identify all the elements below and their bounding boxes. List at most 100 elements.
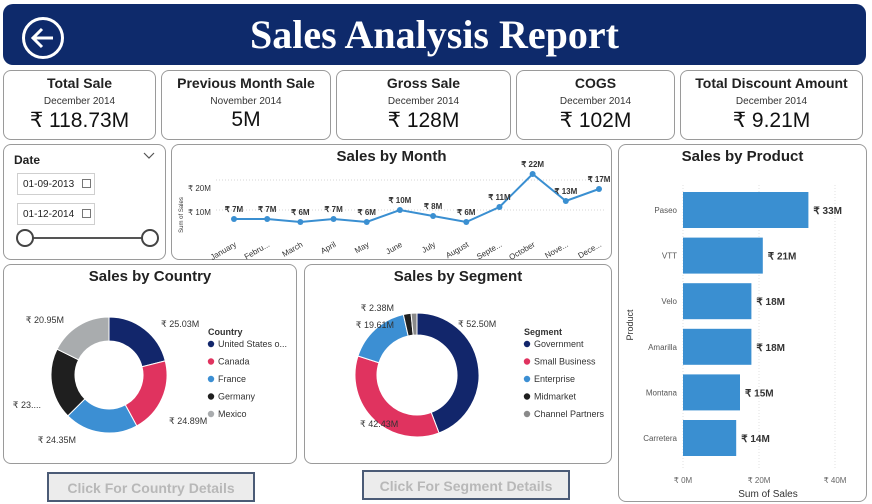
kpi-value: ₹ 118.73M [29,109,130,132]
start-date-input[interactable]: 01-09-2013 [17,173,95,195]
kpi-period: November 2014 [210,96,282,107]
data-label: ₹ 19.61M [356,320,394,330]
legend-title: Country [208,327,243,337]
kpi-title: Gross Sale [386,75,461,91]
data-label: ₹ 7M [324,205,343,214]
data-point [596,186,602,192]
kpi-card-total-sale: Total Sale December 2014 ₹ 118.73M [3,70,156,140]
data-label: ₹ 2.38M [361,303,394,313]
legend-entry: Enterprise [534,374,575,384]
legend-entry: Channel Partners [534,409,605,419]
legend-entry: Germany [218,392,256,402]
data-label: ₹ 15M [745,388,774,399]
data-point [264,216,271,222]
legend-marker [207,410,215,418]
x-tick-label: ₹ 0M [674,476,693,485]
date-slicer-label: Date [14,153,41,167]
legend-marker [523,358,531,365]
kpi-period: December 2014 [387,96,460,107]
data-label: ₹ 6M [291,208,310,217]
sales-by-month-chart: Sales by Month Sum of Sales ₹ 20M ₹ 10M … [171,144,612,261]
y-tick-label: Amarilla [648,343,677,352]
calendar-icon[interactable] [82,209,91,218]
start-date-value: 01-09-2013 [23,179,75,190]
legend-marker [523,393,531,400]
x-tick-label: July [420,240,437,255]
sales-by-country-plot: ₹ 25.03M ₹ 24.89M ₹ 24.35M ₹ 23.... ₹ 20.95M… [13,315,287,445]
legend-marker [207,393,215,400]
data-label: ₹ 13M [554,187,577,196]
product-bar [683,283,752,320]
y-tick-label: VTT [662,252,677,261]
kpi-card-gross-sale: Gross Sale December 2014 ₹ 128M [336,70,511,140]
end-date-value: 01-12-2014 [23,209,75,220]
data-point [496,204,503,210]
legend-entry: Midmarket [534,392,577,402]
kpi-period: December 2014 [43,96,116,107]
page-title: Sales Analysis Report [250,12,619,57]
x-tick-label: October [507,240,536,261]
data-label: ₹ 18M [756,343,785,354]
legend-marker [523,375,531,383]
chevron-down-icon[interactable] [143,152,155,160]
x-tick-label: April [319,240,338,256]
legend-marker [207,375,215,383]
x-axis-label: Sum of Sales [738,489,797,500]
kpi-value: ₹ 128M [387,109,460,132]
y-axis-label: Product [625,309,635,341]
product-bar [683,328,752,365]
legend-marker [207,358,215,365]
range-end-handle[interactable] [141,229,159,247]
product-bar [683,374,740,411]
legend-entry: United States o... [218,339,287,349]
x-tick-label: ₹ 20M [748,476,771,485]
x-tick-label: Nove... [543,240,569,260]
sales-by-segment-plot: ₹ 52.50M ₹ 42.43M ₹ 19.61M ₹ 2.38M Segment Go… [354,303,605,438]
data-label: ₹ 42.43M [360,419,398,429]
data-point [463,219,470,225]
kpi-card-cogs: COGS December 2014 ₹ 102M [516,70,675,140]
sales-line [234,172,600,224]
legend-marker [207,340,215,348]
kpi-title: COGS [574,75,617,91]
x-tick-label: June [384,240,404,257]
data-point [231,216,237,222]
header-banner: Sales Analysis Report [3,4,866,65]
data-point [363,219,370,225]
data-label: ₹ 11M [488,193,511,202]
data-point [529,171,536,177]
country-details-button[interactable]: Click For Country Details [47,472,255,502]
kpi-card-total-discount: Total Discount Amount December 2014 ₹ 9.… [680,70,863,140]
data-label: ₹ 22M [521,160,544,169]
end-date-input[interactable]: 01-12-2014 [17,203,95,225]
range-start-handle[interactable] [16,229,34,247]
calendar-icon[interactable] [82,179,91,188]
data-label: ₹ 24.35M [38,435,76,445]
y-tick-label: ₹ 20M [188,184,211,193]
x-tick-label: January [209,240,238,261]
x-tick-label: August [444,240,471,261]
sales-by-product-plot: Product Sum of Sales ₹ 0M ₹ 20M ₹ 40M Paseo… [625,185,847,500]
data-point [330,216,337,222]
data-point [562,198,569,204]
date-range-track [25,237,149,239]
data-label: ₹ 7M [225,205,244,214]
data-label: ₹ 18M [756,297,785,308]
segment-details-button[interactable]: Click For Segment Details [362,470,570,500]
x-tick-label: Dece... [577,240,603,260]
kpi-value: ₹ 9.21M [732,109,811,132]
data-label: ₹ 20.95M [26,315,64,325]
sales-by-month-plot: Sum of Sales ₹ 20M ₹ 10M ₹ 7M January ₹ 7M… [179,160,611,261]
x-tick-label: May [353,240,371,255]
donut-slice [56,316,110,361]
kpi-period: December 2014 [735,96,808,107]
kpi-card-previous-month-sale: Previous Month Sale November 2014 5M [161,70,331,140]
sales-by-segment-chart: Sales by Segment ₹ 52.50M ₹ 42.43M ₹ 19.61… [304,264,612,464]
legend-entry: Small Business [534,357,596,367]
legend-entry: Government [534,339,584,349]
data-point [297,219,304,225]
date-slicer: Date 01-09-2013 01-12-2014 [3,144,166,260]
kpi-title: Previous Month Sale [177,75,315,91]
data-label: ₹ 10M [388,196,411,205]
data-label: ₹ 33M [813,206,842,217]
